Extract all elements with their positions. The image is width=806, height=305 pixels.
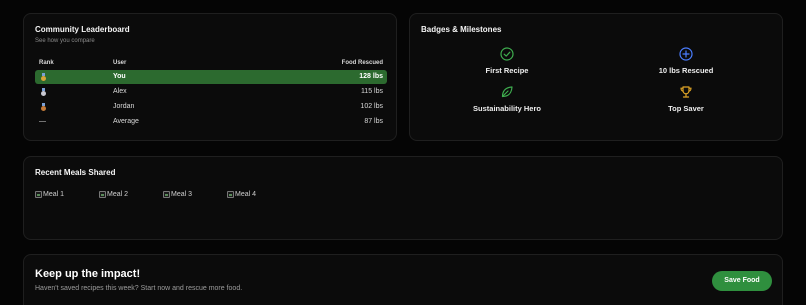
row-user: You — [113, 73, 126, 80]
broken-image-icon — [227, 191, 234, 198]
leaderboard-row-alex: Alex 115 lbs — [35, 85, 387, 99]
leaderboard-row-jordan: Jordan 102 lbs — [35, 100, 387, 114]
leaderboard-card: Community Leaderboard See how you compar… — [23, 13, 397, 141]
row-user: Average — [113, 118, 139, 125]
meal-image[interactable]: Meal 1 — [35, 191, 64, 198]
trophy-icon — [680, 86, 692, 98]
bronze-medal-icon — [41, 103, 46, 112]
plus-circle-icon — [679, 47, 693, 61]
row-food: 102 lbs — [360, 103, 383, 110]
badges-card: Badges & Milestones First Recipe 10 lbs … — [409, 13, 783, 141]
badge-label: Sustainability Hero — [473, 104, 541, 113]
meal-image[interactable]: Meal 4 — [227, 191, 256, 198]
badge-label: Top Saver — [668, 104, 704, 113]
broken-image-icon — [163, 191, 170, 198]
save-food-button[interactable]: Save Food — [712, 271, 772, 291]
meal-image[interactable]: Meal 3 — [163, 191, 192, 198]
user-column-header: User — [113, 60, 127, 66]
row-food: 128 lbs — [359, 73, 383, 80]
impact-subtitle: Haven't saved recipes this week? Start n… — [35, 285, 243, 292]
row-user: Jordan — [113, 103, 135, 110]
leaderboard-title: Community Leaderboard — [35, 25, 130, 34]
recent-meals-title: Recent Meals Shared — [35, 168, 116, 177]
rank-column-header: Rank — [39, 60, 54, 66]
row-rank: — — [39, 118, 46, 125]
badge-10-lbs: 10 lbs Rescued — [626, 47, 746, 75]
badge-first-recipe: First Recipe — [447, 47, 567, 75]
leaderboard-row-you: You 128 lbs — [35, 70, 387, 84]
meal-alt-text: Meal 4 — [235, 191, 257, 198]
silver-medal-icon — [41, 88, 46, 97]
meal-alt-text: Meal 3 — [171, 191, 193, 198]
recent-meals-card: Recent Meals Shared Meal 1 Meal 2 Meal 3… — [23, 156, 783, 240]
row-user: Alex — [113, 88, 127, 95]
row-food: 87 lbs — [364, 118, 383, 125]
broken-image-icon — [99, 191, 106, 198]
badge-label: First Recipe — [485, 66, 529, 75]
impact-card: Keep up the impact! Haven't saved recipe… — [23, 254, 783, 305]
meal-alt-text: Meal 1 — [43, 191, 65, 198]
leaf-icon — [501, 86, 513, 98]
badge-top-saver: Top Saver — [626, 85, 746, 113]
food-column-header: Food Rescued — [341, 60, 383, 66]
leaderboard-subtitle: See how you compare — [35, 38, 95, 44]
meal-alt-text: Meal 2 — [107, 191, 129, 198]
badge-sustainability-hero: Sustainability Hero — [447, 85, 567, 113]
badges-title: Badges & Milestones — [421, 25, 502, 34]
meal-image[interactable]: Meal 2 — [99, 191, 128, 198]
badge-label: 10 lbs Rescued — [658, 66, 714, 75]
check-circle-icon — [500, 47, 514, 61]
leaderboard-row-average: — Average 87 lbs — [35, 115, 387, 129]
row-food: 115 lbs — [360, 88, 383, 95]
impact-title: Keep up the impact! — [35, 268, 141, 280]
broken-image-icon — [35, 191, 42, 198]
leaderboard-header: Rank User Food Rescued — [35, 60, 387, 70]
gold-medal-icon — [41, 73, 46, 82]
